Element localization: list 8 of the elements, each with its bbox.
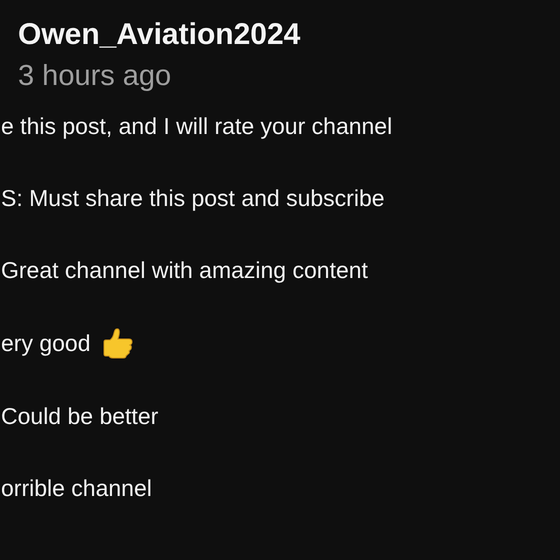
post-text: orrible channel bbox=[1, 474, 152, 503]
post-time: 3 hours ago bbox=[18, 59, 172, 94]
post-text: e this post, and I will rate your channel bbox=[1, 112, 392, 141]
post-text: Could be better bbox=[1, 402, 158, 431]
username[interactable]: Owen_Aviation2024 bbox=[18, 14, 560, 56]
post-text: ery good bbox=[1, 329, 91, 358]
post-text: Great channel with amazing content bbox=[1, 256, 368, 285]
post-text: S: Must share this post and subscribe bbox=[1, 184, 385, 213]
